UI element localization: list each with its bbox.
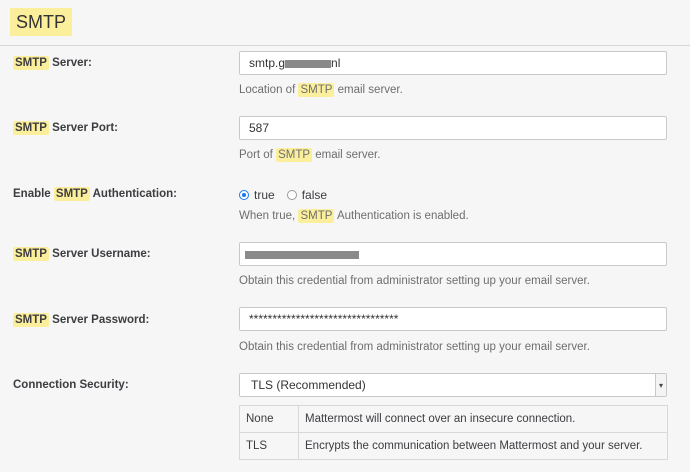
security-option-desc: Mattermost will connect over an insecure… [298,405,668,433]
smtp-username-input[interactable] [239,242,667,266]
connection-security-value: TLS (Recommended) [251,378,366,392]
smtp-server-help: Location of SMTP email server. [239,83,403,97]
smtp-auth-label: Enable SMTP Authentication: [13,187,177,201]
table-row: TLS Encrypts the communication between M… [239,432,668,460]
smtp-port-input[interactable]: 587 [239,116,667,140]
auth-false-radio[interactable] [286,190,297,200]
security-option-key: TLS [239,432,299,460]
auth-true-label[interactable]: true [254,188,275,202]
auth-false-label[interactable]: false [302,188,327,202]
smtp-password-label: SMTP Server Password: [13,313,150,327]
smtp-auth-help: When true, SMTP Authentication is enable… [239,209,469,223]
smtp-password-help: Obtain this credential from administrato… [239,341,590,353]
redacted-text [245,250,359,259]
security-option-desc: Encrypts the communication between Matte… [298,432,668,460]
connection-security-label: Connection Security: [13,379,129,391]
chevron-down-icon[interactable]: ▾ [655,374,666,396]
smtp-server-label: SMTP Server: [13,56,92,70]
smtp-port-label: SMTP Server Port: [13,121,118,135]
redacted-text [285,59,332,68]
table-row: None Mattermost will connect over an ins… [239,405,668,433]
smtp-port-help: Port of SMTP email server. [239,148,381,162]
connection-security-select[interactable]: TLS (Recommended) ▾ [239,373,667,397]
settings-section-header: SMTP [0,0,690,46]
section-title: SMTP [10,8,73,36]
smtp-password-input[interactable]: ******************************** [239,307,667,331]
smtp-server-input[interactable]: smtp.g nl [239,51,667,75]
connection-security-table: None Mattermost will connect over an ins… [239,405,668,460]
smtp-username-label: SMTP Server Username: [13,247,151,261]
auth-true-radio[interactable] [239,190,249,200]
security-option-key: None [239,405,299,433]
smtp-auth-radio-group: true false [239,186,327,204]
smtp-username-help: Obtain this credential from administrato… [239,275,590,287]
